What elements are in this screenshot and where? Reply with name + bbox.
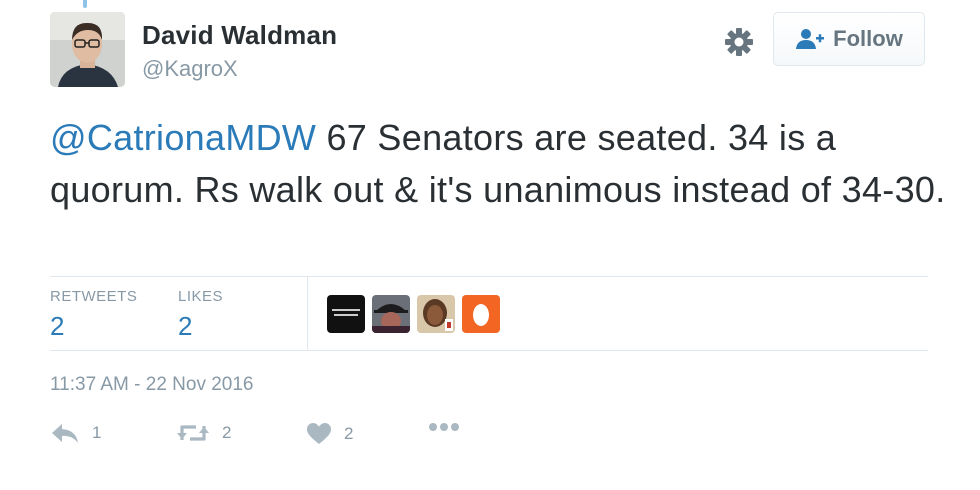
liker-avatar[interactable] xyxy=(462,295,500,333)
likers-avatars xyxy=(327,295,500,333)
person-add-icon xyxy=(795,27,825,51)
more-dots-icon xyxy=(428,422,460,432)
thread-connector xyxy=(83,0,87,8)
more-button[interactable] xyxy=(428,422,460,432)
divider xyxy=(50,350,928,351)
heart-icon xyxy=(306,422,332,446)
likes-label: LIKES xyxy=(178,288,224,305)
divider xyxy=(50,276,928,277)
liker-avatar[interactable] xyxy=(417,295,455,333)
avatar[interactable] xyxy=(50,12,125,87)
liker-avatar[interactable] xyxy=(327,295,365,333)
reply-count: 1 xyxy=(92,423,102,442)
follow-button[interactable]: Follow xyxy=(773,12,925,66)
gear-icon[interactable] xyxy=(723,26,755,58)
stats-divider xyxy=(307,276,308,350)
user-handle[interactable]: @KagroX xyxy=(142,56,238,82)
retweet-count: 2 xyxy=(222,423,232,442)
like-button[interactable]: 2 xyxy=(306,422,353,446)
retweet-button[interactable]: 2 xyxy=(176,422,231,444)
retweets-stat[interactable]: RETWEETS 2 xyxy=(50,288,137,342)
like-count: 2 xyxy=(344,424,354,443)
follow-label: Follow xyxy=(833,26,903,51)
liker-avatar[interactable] xyxy=(372,295,410,333)
timestamp[interactable]: 11:37 AM - 22 Nov 2016 xyxy=(50,374,254,396)
tweet-text: @CatrionaMDW 67 Senators are seated. 34 … xyxy=(50,112,950,216)
retweets-label: RETWEETS xyxy=(50,288,138,305)
display-name[interactable]: David Waldman xyxy=(142,20,337,51)
mention-link[interactable]: @CatrionaMDW xyxy=(50,117,316,158)
retweets-count: 2 xyxy=(50,311,65,341)
retweet-icon xyxy=(176,422,210,444)
likes-stat[interactable]: LIKES 2 xyxy=(178,288,223,342)
reply-button[interactable]: 1 xyxy=(50,422,101,444)
likes-count: 2 xyxy=(178,311,193,341)
reply-icon xyxy=(50,422,80,444)
